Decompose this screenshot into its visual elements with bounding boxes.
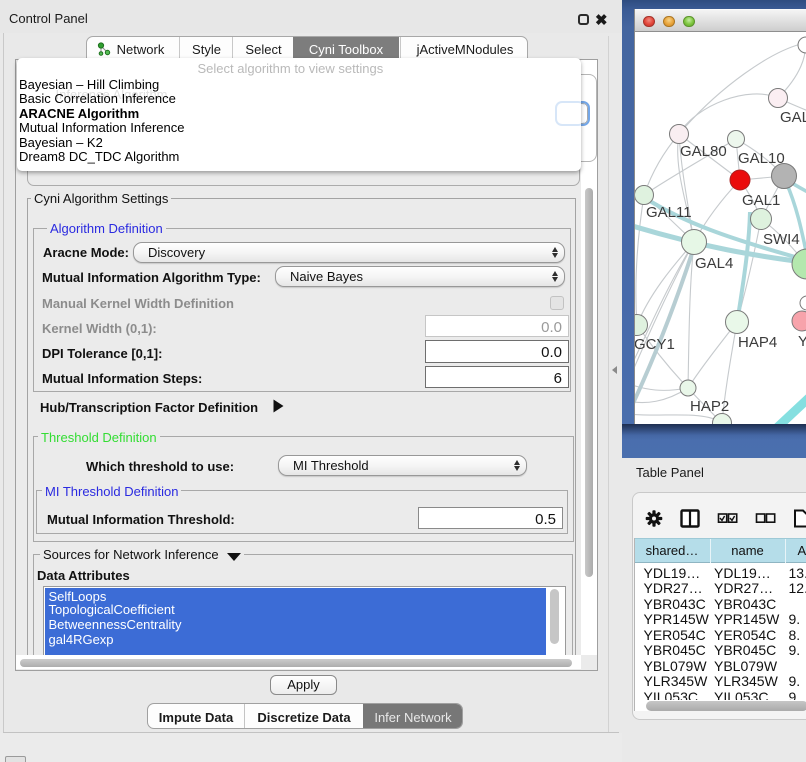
svg-text:HAP2: HAP2 — [690, 398, 729, 415]
svg-text:GAL1: GAL1 — [742, 192, 780, 209]
svg-text:SWI4: SWI4 — [763, 231, 800, 248]
svg-text:GAL10: GAL10 — [738, 150, 785, 167]
svg-text:GAL7: GAL7 — [780, 109, 806, 126]
svg-text:GAL80: GAL80 — [680, 143, 727, 160]
svg-text:GAL4: GAL4 — [695, 255, 733, 272]
svg-text:GAL11: GAL11 — [646, 204, 692, 221]
svg-text:HAP4: HAP4 — [738, 334, 777, 351]
svg-text:Y: Y — [798, 333, 806, 350]
svg-text:GCY1: GCY1 — [635, 336, 675, 353]
